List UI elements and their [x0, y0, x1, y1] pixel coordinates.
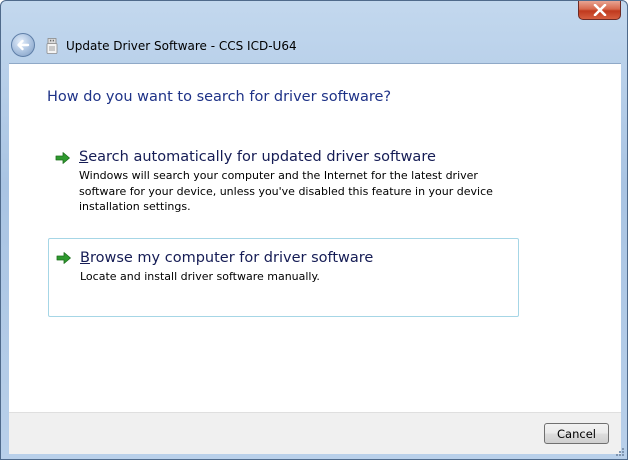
footer-bar: Cancel [9, 412, 621, 454]
window-title: Update Driver Software - CCS ICD-U64 [66, 39, 297, 53]
option-description: Locate and install driver software manua… [80, 270, 320, 283]
back-arrow-icon [17, 39, 30, 51]
green-arrow-icon [56, 252, 71, 264]
resize-grip-icon[interactable] [615, 447, 625, 457]
search-automatically-option[interactable]: Search automatically for updated driver … [48, 144, 519, 218]
back-button[interactable] [11, 33, 35, 57]
title-bar[interactable] [1, 1, 627, 25]
page-heading: How do you want to search for driver sof… [47, 89, 392, 105]
option-title: Browse my computer for driver software [80, 250, 374, 266]
dialog-window: Update Driver Software - CCS ICD-U64 How… [0, 0, 628, 460]
usb-device-icon [46, 38, 58, 54]
option-description: Windows will search your computer and th… [79, 169, 493, 213]
option-title: Search automatically for updated driver … [79, 149, 436, 165]
browse-computer-option[interactable]: Browse my computer for driver software L… [48, 238, 519, 317]
cancel-button[interactable]: Cancel [544, 423, 609, 444]
close-icon [593, 4, 606, 16]
content-area: How do you want to search for driver sof… [9, 63, 621, 413]
close-button[interactable] [578, 1, 621, 20]
navigation-bar: Update Driver Software - CCS ICD-U64 [1, 29, 627, 63]
green-arrow-icon [55, 152, 70, 164]
